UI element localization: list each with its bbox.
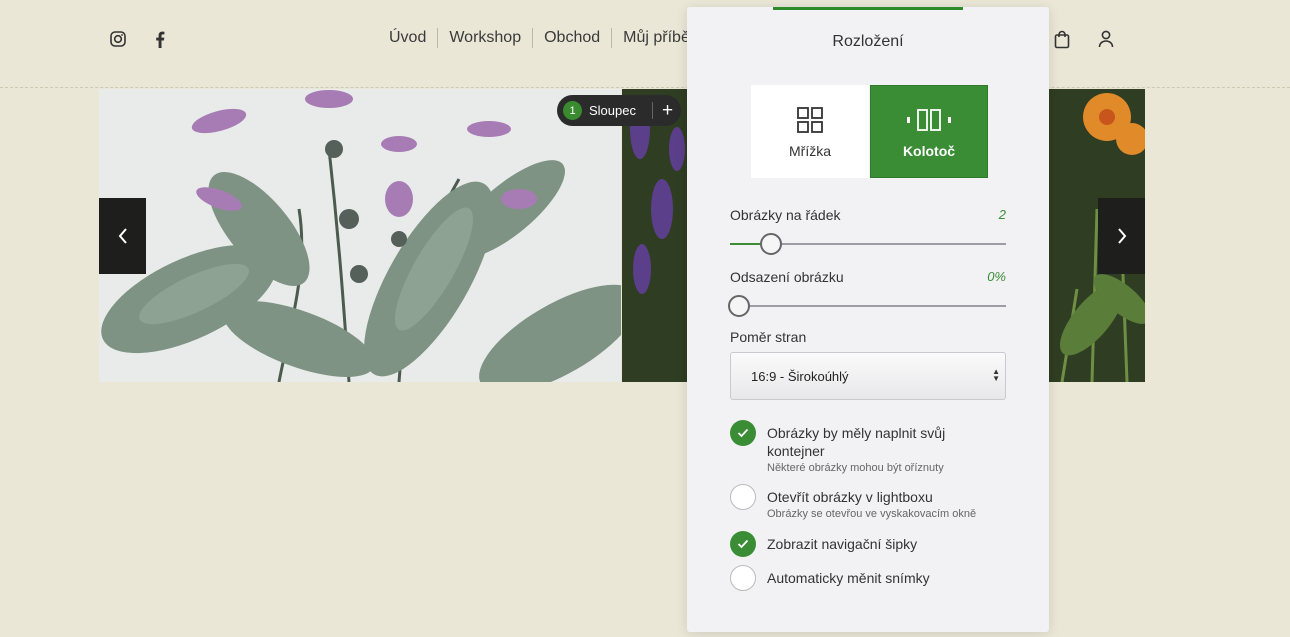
site-header: Úvod Workshop Obchod Můj příbě [0,0,1290,88]
images-per-row-control: Obrázky na řádek 2 [730,207,1006,255]
panel-accent-bar [773,7,963,10]
option-title: Zobrazit navigační šipky [767,536,918,552]
slider-thumb[interactable] [760,233,782,255]
option-nav-arrows[interactable]: Zobrazit navigační šipky [730,531,1006,557]
option-lightbox[interactable]: Otevřít obrázky v lightboxu Obrázky se o… [730,484,1006,520]
nav-item-workshop[interactable]: Workshop [437,28,532,48]
layout-tab-carousel-label: Kolotoč [902,142,956,159]
panel-title: Rozložení [832,33,904,50]
aspect-ratio-value: 16:9 - Širokoúhlý [751,368,849,384]
carousel-image-sage[interactable] [99,89,621,382]
chip-divider [651,102,653,119]
layout-panel: Rozložení Mřížka Kolotoč Obrázky na řáde… [687,7,1049,632]
option-subtitle: Obrázky se otevřou ve vyskakovacím okně [767,508,977,520]
column-label: Sloupec [589,103,636,118]
chevron-right-icon [1117,228,1126,244]
images-per-row-label: Obrázky na řádek [730,207,841,223]
layout-type-tabs: Mřížka Kolotoč [751,85,988,178]
layout-tab-carousel[interactable]: Kolotoč [870,85,988,178]
grid-icon [797,105,823,135]
check-icon [737,428,749,438]
image-spacing-value: 0% [987,269,1006,284]
shopping-bag-icon[interactable] [1052,28,1072,50]
layout-tab-grid-label: Mřížka [789,142,831,159]
main-nav: Úvod Workshop Obchod Můj příbě [378,28,701,48]
aspect-ratio-label: Poměr stran [730,329,807,345]
column-number: 1 [563,101,582,120]
option-fill-container[interactable]: Obrázky by měly naplnit svůj kontejner N… [730,420,1006,474]
checkbox-nav-arrows[interactable] [730,531,756,557]
image-spacing-label: Odsazení obrázku [730,269,844,285]
layout-tab-grid[interactable]: Mřížka [751,85,869,178]
add-column-button[interactable]: + [662,101,673,120]
carousel-next-button[interactable] [1098,198,1145,274]
social-links [108,29,170,49]
option-title: Otevřít obrázky v lightboxu [767,489,933,505]
carousel-icon [906,105,952,135]
option-title: Automaticky měnit snímky [767,570,930,586]
check-icon [737,539,749,549]
image-spacing-control: Odsazení obrázku 0% [728,269,1006,317]
checkbox-autoplay[interactable] [730,565,756,591]
chevron-left-icon [118,228,127,244]
option-autoplay[interactable]: Automaticky měnit snímky [730,565,1006,591]
facebook-icon[interactable] [150,29,170,49]
carousel-prev-button[interactable] [99,198,146,274]
column-chip[interactable]: 1 Sloupec + [557,95,682,126]
images-per-row-slider[interactable] [730,233,1006,255]
image-spacing-slider[interactable] [728,295,1006,317]
user-icon[interactable] [1096,28,1116,50]
aspect-ratio-select[interactable]: 16:9 - Širokoúhlý ▲ ▼ [730,352,1006,400]
option-title: Obrázky by měly naplnit svůj kontejner [767,425,946,459]
images-per-row-value: 2 [998,207,1006,222]
nav-item-uvod[interactable]: Úvod [378,28,437,48]
checkbox-fill-container[interactable] [730,420,756,446]
option-subtitle: Některé obrázky mohou být oříznuty [767,462,944,474]
nav-item-obchod[interactable]: Obchod [532,28,611,48]
slider-thumb[interactable] [728,295,750,317]
instagram-icon[interactable] [108,29,128,49]
select-arrows-icon: ▲ ▼ [992,367,1000,383]
header-actions [1052,28,1116,50]
checkbox-lightbox[interactable] [730,484,756,510]
